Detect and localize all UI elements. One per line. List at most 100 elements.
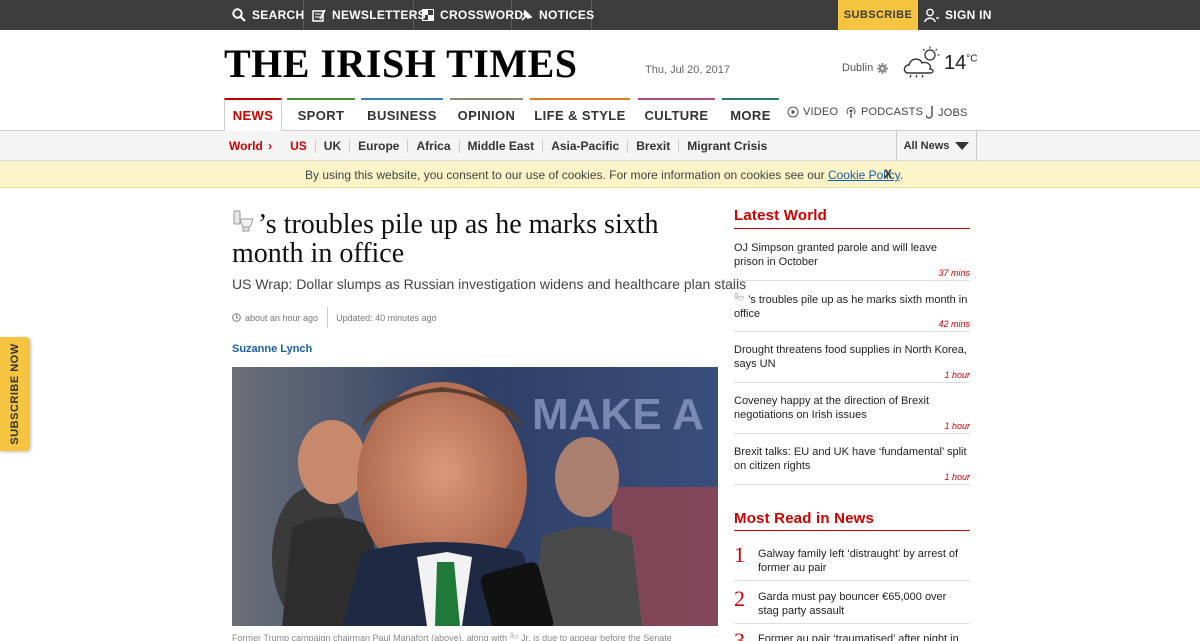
svg-text:MAKE A: MAKE A <box>532 390 704 439</box>
site-logo[interactable]: THE IRISH TIMES <box>224 40 578 87</box>
nav-video[interactable]: VIDEO <box>787 106 838 118</box>
updated-time: Updated: 40 minutes ago <box>327 307 437 328</box>
all-news-dropdown[interactable]: All News <box>896 131 977 161</box>
latest-item-5[interactable]: Brexit talks: EU and UK have ‘fundamenta… <box>734 445 970 473</box>
current-date: Thu, Jul 20, 2017 <box>645 64 731 76</box>
subnav-africa[interactable]: Africa <box>407 139 458 153</box>
all-news-label: All News <box>903 140 950 152</box>
toilet-emoji-icon <box>233 210 254 232</box>
toilet-emoji-icon <box>510 632 518 640</box>
article-headline[interactable]: ’s troubles pile up as he marks sixth mo… <box>232 209 712 268</box>
subnav-us[interactable]: US <box>280 139 315 153</box>
nav-more-label: MORE <box>730 107 771 123</box>
top-utility-bar: SEARCH NEWSLETTERS CROSSWORD NOTICES SUB… <box>0 0 1200 30</box>
search-button[interactable]: SEARCH <box>224 0 304 30</box>
podcast-icon <box>846 106 856 118</box>
nav-jobs-label: JOBS <box>938 106 968 119</box>
subnav-brexit[interactable]: Brexit <box>627 139 678 153</box>
article-photo[interactable]: MAKE A <box>232 367 718 626</box>
subnav-migrant-crisis[interactable]: Migrant Crisis <box>678 139 775 153</box>
most-read-heading[interactable]: Most Read in News <box>734 510 874 527</box>
nav-more[interactable]: MORE <box>722 98 779 130</box>
subnav-asia-pacific[interactable]: Asia-Pacific <box>542 139 627 153</box>
most-read-3-number: 3 <box>734 628 745 641</box>
subnav-europe[interactable]: Europe <box>349 139 407 153</box>
caption-end: Jr. is due to appear before the Senate <box>518 633 672 641</box>
subscribe-button[interactable]: SUBSCRIBE <box>838 0 918 30</box>
nav-life-style[interactable]: LIFE & STYLE <box>530 98 630 130</box>
nav-opinion[interactable]: OPINION <box>450 98 523 130</box>
nav-sport[interactable]: SPORT <box>287 98 355 130</box>
caret-down-icon <box>955 142 970 150</box>
subscribe-now-label: SUBSCRIBE NOW <box>9 343 21 445</box>
nav-opinion-label: OPINION <box>457 107 516 123</box>
subnav-world[interactable]: World › <box>229 139 280 153</box>
notices-icon <box>521 9 533 21</box>
sign-in-button[interactable]: SIGN IN <box>924 0 992 30</box>
nav-life-style-label: LIFE & STYLE <box>534 107 626 123</box>
nav-jobs[interactable]: JOBS <box>926 106 968 119</box>
cookie-banner: By using this website, you consent to ou… <box>0 161 1200 188</box>
most-read-2[interactable]: Garda must pay bouncer €65,000 over stag… <box>758 590 968 618</box>
temperature-unit: °C <box>966 53 978 65</box>
latest-item-4-time: 1 hour <box>734 421 970 434</box>
published-text: about an hour ago <box>245 312 319 323</box>
headline-text: ’s troubles pile up as he marks sixth mo… <box>232 209 659 269</box>
author-byline[interactable]: Suzanne Lynch <box>232 343 312 355</box>
crossword-button[interactable]: CROSSWORD <box>414 0 523 30</box>
nav-news[interactable]: NEWS <box>224 98 282 131</box>
most-read-1-number: 1 <box>734 542 745 567</box>
main-nav: NEWS SPORT BUSINESS OPINION LIFE & STYLE… <box>224 98 970 131</box>
nav-business-label: BUSINESS <box>367 107 437 123</box>
latest-item-2[interactable]: ’s troubles pile up as he marks sixth mo… <box>734 292 970 321</box>
latest-item-1[interactable]: OJ Simpson granted parole and will leave… <box>734 241 970 269</box>
sub-nav-items: World › US UK Europe Africa Middle East … <box>229 131 775 161</box>
photo-illustration: MAKE A <box>232 367 718 626</box>
sub-nav: World › US UK Europe Africa Middle East … <box>0 131 1200 161</box>
newsletter-icon <box>312 9 326 22</box>
newsletters-button[interactable]: NEWSLETTERS <box>304 0 426 30</box>
newsletters-label: NEWSLETTERS <box>332 8 426 22</box>
nav-video-label: VIDEO <box>803 106 839 118</box>
gear-icon[interactable] <box>877 63 888 74</box>
nav-podcasts[interactable]: PODCASTS <box>845 106 923 118</box>
subnav-uk[interactable]: UK <box>314 139 349 153</box>
latest-item-3[interactable]: Drought threatens food supplies in North… <box>734 343 970 371</box>
nav-culture-label: CULTURE <box>644 107 709 123</box>
subnav-middle-east[interactable]: Middle East <box>458 139 543 153</box>
most-read-rule <box>734 530 970 531</box>
cookie-close-button[interactable]: X <box>884 167 892 181</box>
nav-culture[interactable]: CULTURE <box>638 98 715 130</box>
crossword-icon <box>422 9 434 21</box>
latest-item-3-time: 1 hour <box>734 370 970 383</box>
weather-cloud-icon <box>903 46 940 78</box>
notices-button[interactable]: NOTICES <box>512 0 595 30</box>
sign-in-label: SIGN IN <box>945 8 992 22</box>
article-meta: about an hour ago Updated: 40 minutes ag… <box>232 307 437 328</box>
latest-item-1-time: 37 mins <box>734 268 970 281</box>
most-read-divider <box>734 580 970 581</box>
nav-sport-label: SPORT <box>297 107 345 123</box>
nav-business[interactable]: BUSINESS <box>361 98 443 130</box>
latest-item-4[interactable]: Coveney happy at the direction of Brexit… <box>734 394 970 422</box>
notices-label: NOTICES <box>539 8 595 22</box>
subnav-world-label: World <box>229 139 263 153</box>
most-read-1[interactable]: Galway family left ‘distraught’ by arres… <box>758 547 968 575</box>
search-label: SEARCH <box>252 8 305 22</box>
most-read-3[interactable]: Former au pair ‘traumatised’ after night… <box>758 632 968 641</box>
latest-item-2-text: ’s troubles pile up as he marks sixth mo… <box>734 294 968 320</box>
clock-icon <box>232 313 241 322</box>
most-read-divider <box>734 623 970 624</box>
cookie-text-end: . <box>899 168 904 182</box>
latest-world-heading[interactable]: Latest World <box>734 207 827 224</box>
subscribe-now-tab[interactable]: SUBSCRIBE NOW <box>0 337 30 451</box>
weather-city: Dublin <box>842 62 874 74</box>
photo-caption: Former Trump campaign chairman Paul Mana… <box>232 632 672 641</box>
nav-news-label: NEWS <box>232 108 274 123</box>
latest-world-rule <box>734 228 970 229</box>
user-icon <box>924 8 939 22</box>
play-circle-icon <box>787 106 799 118</box>
temperature: 14°C <box>944 52 977 75</box>
caption-start: Former Trump campaign chairman Paul Mana… <box>232 633 510 641</box>
cookie-text: By using this website, you consent to ou… <box>305 168 828 182</box>
